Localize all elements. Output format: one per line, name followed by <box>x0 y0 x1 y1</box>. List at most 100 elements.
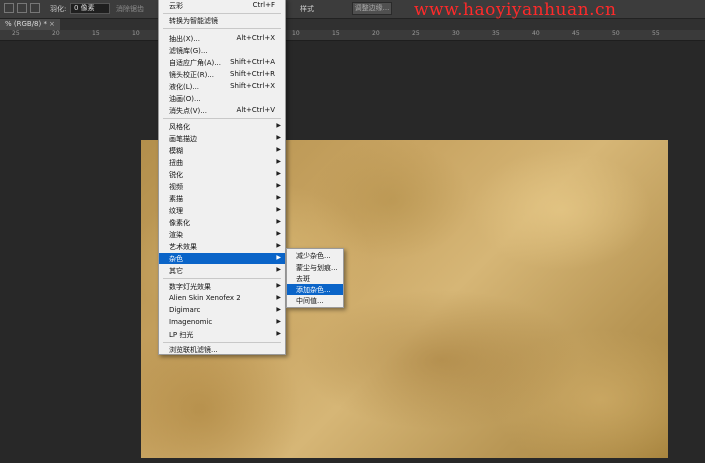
menu-item-artistic[interactable]: 艺术效果 ▶ <box>159 241 285 252</box>
ruler-label: 15 <box>332 30 340 37</box>
menu-label: LP 扫光 <box>169 331 194 339</box>
menu-item-digital-light[interactable]: 数字灯光效果 ▶ <box>159 281 285 292</box>
menu-label: 转换为智能滤镜 <box>169 17 218 25</box>
menu-label: 视频 <box>169 183 183 191</box>
menu-shortcut: Shift+Ctrl+A <box>230 58 275 66</box>
submenu-item-dust-scratches[interactable]: 蒙尘与划痕... <box>287 262 343 273</box>
menu-label: 模糊 <box>169 147 183 155</box>
menu-label: 消失点(V)... <box>169 107 207 115</box>
menu-item-clouds[interactable]: 云彩 Ctrl+F <box>159 0 285 11</box>
menu-label: 油画(O)... <box>169 95 201 103</box>
menu-item-render[interactable]: 渲染 ▶ <box>159 229 285 240</box>
menu-item-noise[interactable]: 杂色 ▶ <box>159 253 285 264</box>
close-icon[interactable]: × <box>49 20 55 28</box>
ruler-label: 40 <box>532 30 540 37</box>
menu-item-brush-strokes[interactable]: 画笔描边 ▶ <box>159 133 285 144</box>
horizontal-ruler: 25 20 15 10 5 0 5 10 15 20 25 30 35 40 4… <box>0 30 705 41</box>
menu-separator <box>163 342 281 343</box>
menu-separator <box>163 118 281 119</box>
menu-shortcut: Alt+Ctrl+X <box>236 34 275 42</box>
menu-item-stylize[interactable]: 风格化 ▶ <box>159 121 285 132</box>
menu-label: 液化(L)... <box>169 83 200 91</box>
menu-label: 添加杂色... <box>296 286 331 294</box>
submenu-arrow-icon: ▶ <box>276 242 281 249</box>
submenu-arrow-icon: ▶ <box>276 122 281 129</box>
menu-item-video[interactable]: 视频 ▶ <box>159 181 285 192</box>
selection-tool-icon[interactable] <box>4 3 14 13</box>
add-selection-icon[interactable] <box>17 3 27 13</box>
menu-separator <box>163 28 281 29</box>
menu-shortcut: Shift+Ctrl+R <box>230 70 275 78</box>
menu-item-digimarc[interactable]: Digimarc ▶ <box>159 305 285 316</box>
noise-submenu: 减少杂色... 蒙尘与划痕... 去斑 添加杂色... 中间值... <box>286 248 344 308</box>
ruler-label: 35 <box>492 30 500 37</box>
menu-label: 画笔描边 <box>169 135 197 143</box>
submenu-item-add-noise[interactable]: 添加杂色... <box>287 284 343 295</box>
ruler-label: 25 <box>412 30 420 37</box>
intersect-selection-icon[interactable] <box>30 3 40 13</box>
submenu-arrow-icon: ▶ <box>276 294 281 301</box>
menu-label: 去斑 <box>296 275 310 283</box>
submenu-item-despeckle[interactable]: 去斑 <box>287 273 343 284</box>
ruler-label: 25 <box>12 30 20 37</box>
feather-input[interactable]: 0 像素 <box>70 3 110 14</box>
menu-item-lens-correction[interactable]: 镜头校正(R)... Shift+Ctrl+R <box>159 69 285 80</box>
menu-label: 其它 <box>169 267 183 275</box>
ruler-label: 30 <box>452 30 460 37</box>
menu-item-sketch[interactable]: 素描 ▶ <box>159 193 285 204</box>
style-label: 样式 <box>300 5 314 13</box>
tab-title: % (RGB/8) * <box>5 20 47 28</box>
menu-item-distort[interactable]: 扭曲 ▶ <box>159 157 285 168</box>
menu-label: 扭曲 <box>169 159 183 167</box>
menu-item-browse-online[interactable]: 浏览联机滤镜... <box>159 344 285 355</box>
menu-item-oil-paint[interactable]: 油画(O)... <box>159 93 285 104</box>
menu-item-liquify[interactable]: 液化(L)... Shift+Ctrl+X <box>159 81 285 92</box>
submenu-arrow-icon: ▶ <box>276 206 281 213</box>
menu-item-vanishing-point[interactable]: 消失点(V)... Alt+Ctrl+V <box>159 105 285 116</box>
ruler-label: 45 <box>572 30 580 37</box>
submenu-arrow-icon: ▶ <box>276 254 281 261</box>
menu-item-blur[interactable]: 模糊 ▶ <box>159 145 285 156</box>
submenu-arrow-icon: ▶ <box>276 182 281 189</box>
menu-label: 云彩 <box>169 2 183 10</box>
menu-item-texture[interactable]: 纹理 ▶ <box>159 205 285 216</box>
menu-label: 像素化 <box>169 219 190 227</box>
menu-item-lp-sweep[interactable]: LP 扫光 ▶ <box>159 329 285 340</box>
watermark: www.haoyiyanhuan.cn <box>414 0 617 20</box>
document-tab[interactable]: % (RGB/8) * × <box>0 19 60 30</box>
menu-label: 浏览联机滤镜... <box>169 346 218 354</box>
submenu-item-reduce-noise[interactable]: 减少杂色... <box>287 250 343 261</box>
menu-label: 蒙尘与划痕... <box>296 264 338 272</box>
menu-item-convert-smart-filter[interactable]: 转换为智能滤镜 <box>159 15 285 26</box>
menu-shortcut: Ctrl+F <box>252 1 275 9</box>
document-tab-bar: % (RGB/8) * × <box>0 19 705 30</box>
submenu-arrow-icon: ▶ <box>276 146 281 153</box>
menu-label: 纹理 <box>169 207 183 215</box>
menu-item-filter-gallery[interactable]: 滤镜库(G)... <box>159 45 285 56</box>
refine-edge-button[interactable]: 调整边缘... <box>352 2 392 15</box>
menu-item-pixelate[interactable]: 像素化 ▶ <box>159 217 285 228</box>
menu-label: Digimarc <box>169 306 201 314</box>
menu-label: 艺术效果 <box>169 243 197 251</box>
ruler-label: 55 <box>652 30 660 37</box>
submenu-arrow-icon: ▶ <box>276 318 281 325</box>
submenu-item-median[interactable]: 中间值... <box>287 295 343 306</box>
menu-item-sharpen[interactable]: 锐化 ▶ <box>159 169 285 180</box>
menu-item-extract[interactable]: 抽出(X)... Alt+Ctrl+X <box>159 33 285 44</box>
submenu-arrow-icon: ▶ <box>276 266 281 273</box>
menu-label: 风格化 <box>169 123 190 131</box>
menu-label: 自适应广角(A)... <box>169 59 221 67</box>
antialias-checkbox[interactable]: 消除锯齿 <box>116 4 144 14</box>
submenu-arrow-icon: ▶ <box>276 330 281 337</box>
menu-item-adaptive-wide-angle[interactable]: 自适应广角(A)... Shift+Ctrl+A <box>159 57 285 68</box>
menu-label: 数字灯光效果 <box>169 283 211 291</box>
menu-item-other[interactable]: 其它 ▶ <box>159 265 285 276</box>
filter-menu: 云彩 Ctrl+F 转换为智能滤镜 抽出(X)... Alt+Ctrl+X 滤镜库(… <box>158 0 286 355</box>
ruler-label: 10 <box>292 30 300 37</box>
submenu-arrow-icon: ▶ <box>276 282 281 289</box>
menu-item-imagenomic[interactable]: Imagenomic ▶ <box>159 317 285 328</box>
menu-item-alien-skin[interactable]: Alien Skin Xenofex 2 ▶ <box>159 293 285 304</box>
feather-label: 羽化: <box>50 5 67 13</box>
submenu-arrow-icon: ▶ <box>276 306 281 313</box>
submenu-arrow-icon: ▶ <box>276 194 281 201</box>
